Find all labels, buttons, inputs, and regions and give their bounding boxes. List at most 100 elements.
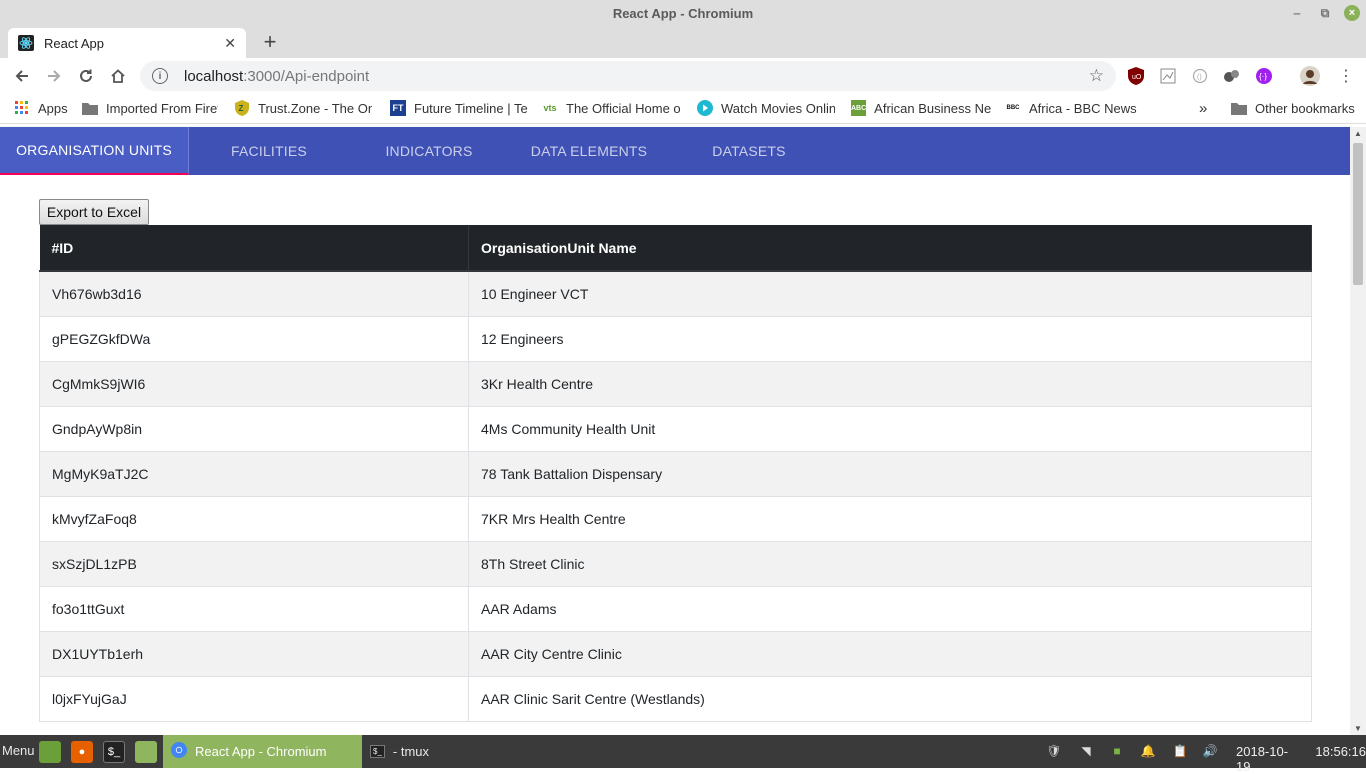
- tab-organisation-units[interactable]: ORGANISATION UNITS: [0, 127, 189, 175]
- start-menu-button[interactable]: Menu: [2, 743, 35, 758]
- tab-indicators[interactable]: INDICATORS: [349, 127, 509, 175]
- restore-icon[interactable]: ⧉: [1316, 4, 1334, 22]
- profile-avatar-icon[interactable]: [1300, 66, 1320, 86]
- page-scrollbar[interactable]: ▲ ▼: [1350, 127, 1366, 735]
- cell-name: 3Kr Health Centre: [468, 360, 1312, 407]
- trustzone-icon: Z: [234, 100, 250, 116]
- wifi-icon[interactable]: ◥: [1076, 741, 1096, 761]
- bookmark-bbc-africa[interactable]: BBC Africa - BBC News: [1005, 100, 1137, 116]
- scrollbar-thumb[interactable]: [1353, 143, 1363, 285]
- bookmark-future-timeline[interactable]: FT Future Timeline | Te: [390, 100, 528, 116]
- table-row: MgMyK9aTJ2C 78 Tank Battalion Dispensary: [39, 450, 1312, 497]
- new-tab-icon[interactable]: +: [258, 29, 282, 54]
- cell-name: 8Th Street Clinic: [468, 540, 1312, 587]
- svg-text:Z: Z: [239, 104, 244, 113]
- url-host: localhost: [184, 67, 244, 85]
- abc-icon: ABC: [851, 100, 867, 116]
- overflow-chevron-icon: »: [1199, 100, 1208, 117]
- browser-toolbar: i localhost:3000/Api-endpoint ☆ uO () {·…: [0, 58, 1366, 94]
- bookmark-label: The Official Home o: [566, 100, 681, 116]
- cell-name: 12 Engineers: [468, 315, 1312, 362]
- clock-time: 18:56:16: [1315, 744, 1366, 759]
- scroll-up-icon[interactable]: ▲: [1354, 129, 1362, 138]
- chart-extension-icon[interactable]: [1158, 66, 1178, 86]
- table-row: GndpAyWp8in 4Ms Community Health Unit: [39, 405, 1312, 452]
- cell-id: MgMyK9aTJ2C: [39, 450, 469, 497]
- address-bar[interactable]: i localhost:3000/Api-endpoint ☆: [140, 61, 1116, 91]
- bookmark-official-home[interactable]: vts The Official Home o: [542, 100, 682, 116]
- menu-kebab-icon[interactable]: ⋮: [1336, 66, 1356, 86]
- org-units-table: #ID OrganisationUnit Name Vh676wb3d16 10 …: [39, 225, 1312, 722]
- table-row: l0jxFYujGaJ AAR Clinic Sarit Centre (West…: [39, 675, 1312, 722]
- play-icon: [697, 100, 713, 116]
- show-desktop-icon[interactable]: [39, 741, 61, 763]
- table-row: kMvyfZaFoq8 7KR Mrs Health Centre: [39, 495, 1312, 542]
- browser-tab[interactable]: React App ✕: [8, 28, 246, 58]
- cell-id: DX1UYTb1erh: [39, 630, 469, 677]
- minimize-icon[interactable]: ‒: [1288, 4, 1306, 22]
- bookmark-trustzone[interactable]: Z Trust.Zone - The On: [234, 100, 372, 116]
- taskbar-clock[interactable]: 2018-10-19 18:56:16: [1236, 744, 1366, 774]
- apps-grid-icon: [14, 100, 30, 116]
- column-header-id[interactable]: #ID: [39, 225, 469, 272]
- forward-icon[interactable]: [38, 60, 70, 92]
- clipboard-icon[interactable]: 📋: [1170, 741, 1190, 761]
- circle-extension-icon[interactable]: (): [1190, 66, 1210, 86]
- bookmark-other[interactable]: Other bookmarks: [1231, 100, 1355, 116]
- window-titlebar: React App - Chromium ‒ ⧉ ×: [0, 0, 1366, 26]
- purple-extension-icon[interactable]: {·}: [1254, 66, 1274, 86]
- tab-strip: React App ✕ +: [0, 26, 1366, 58]
- files-folder-icon[interactable]: [135, 741, 157, 763]
- cell-id: kMvyfZaFoq8: [39, 495, 469, 542]
- bookmark-african-business[interactable]: ABC African Business Ne: [851, 100, 991, 116]
- cell-name: AAR City Centre Clinic: [468, 630, 1312, 677]
- bookmark-imported[interactable]: Imported From Firef: [82, 100, 218, 116]
- task-label: React App - Chromium: [195, 744, 327, 759]
- cell-name: AAR Clinic Sarit Centre (Westlands): [468, 675, 1312, 722]
- vts-icon: vts: [543, 103, 557, 113]
- tab-title: React App: [44, 35, 104, 51]
- svg-text:(): (): [1197, 74, 1202, 81]
- nvidia-icon[interactable]: ■: [1107, 741, 1127, 761]
- ft-icon: FT: [390, 100, 406, 116]
- cell-id: fo3o1ttGuxt: [39, 585, 469, 632]
- bookmark-apps[interactable]: Apps: [14, 100, 68, 116]
- bookmark-label: Future Timeline | Te: [414, 100, 528, 116]
- info-icon[interactable]: i: [152, 68, 168, 84]
- dots-extension-icon[interactable]: [1222, 66, 1242, 86]
- chromium-icon: [171, 742, 187, 761]
- table-row: DX1UYTb1erh AAR City Centre Clinic: [39, 630, 1312, 677]
- tab-data-elements[interactable]: DATA ELEMENTS: [509, 127, 669, 175]
- tab-datasets[interactable]: DATASETS: [669, 127, 829, 175]
- bookmarks-overflow-button[interactable]: »: [1199, 100, 1207, 117]
- cell-name: 78 Tank Battalion Dispensary: [468, 450, 1312, 497]
- tab-facilities[interactable]: FACILITIES: [189, 127, 349, 175]
- bookmark-label: Imported From Firef: [106, 100, 218, 116]
- home-icon[interactable]: [102, 60, 134, 92]
- table-row: fo3o1ttGuxt AAR Adams: [39, 585, 1312, 632]
- column-header-name[interactable]: OrganisationUnit Name: [468, 225, 1312, 272]
- volume-icon[interactable]: 🔊: [1200, 741, 1220, 761]
- bookmark-label: Watch Movies Onlin: [721, 100, 835, 116]
- terminal-icon: $_: [370, 745, 385, 758]
- taskbar-task-chromium[interactable]: React App - Chromium: [163, 735, 362, 768]
- bookmark-star-icon[interactable]: ☆: [1089, 66, 1104, 86]
- terminal-icon[interactable]: $_: [103, 741, 125, 763]
- table-row: Vh676wb3d16 10 Engineer VCT: [39, 270, 1312, 317]
- ublock-icon[interactable]: uO: [1126, 66, 1146, 86]
- cell-name: 10 Engineer VCT: [468, 270, 1312, 317]
- back-icon[interactable]: [6, 60, 38, 92]
- tab-close-icon[interactable]: ✕: [224, 35, 236, 52]
- close-window-icon[interactable]: ×: [1344, 5, 1360, 21]
- bookmark-watch-movies[interactable]: Watch Movies Onlin: [697, 100, 835, 116]
- bookmark-label: Trust.Zone - The On: [258, 100, 372, 116]
- shield-icon[interactable]: 🛡: [1044, 741, 1064, 761]
- export-to-excel-button[interactable]: Export to Excel: [39, 199, 149, 225]
- firefox-icon[interactable]: ●: [71, 741, 93, 763]
- notifications-bell-icon[interactable]: 🔔: [1138, 741, 1158, 761]
- scroll-down-icon[interactable]: ▼: [1354, 724, 1362, 733]
- taskbar-task-tmux[interactable]: $_ - tmux: [362, 735, 482, 768]
- table-row: gPEGZGkfDWa 12 Engineers: [39, 315, 1312, 362]
- window-title: React App - Chromium: [612, 5, 754, 21]
- reload-icon[interactable]: [70, 60, 102, 92]
